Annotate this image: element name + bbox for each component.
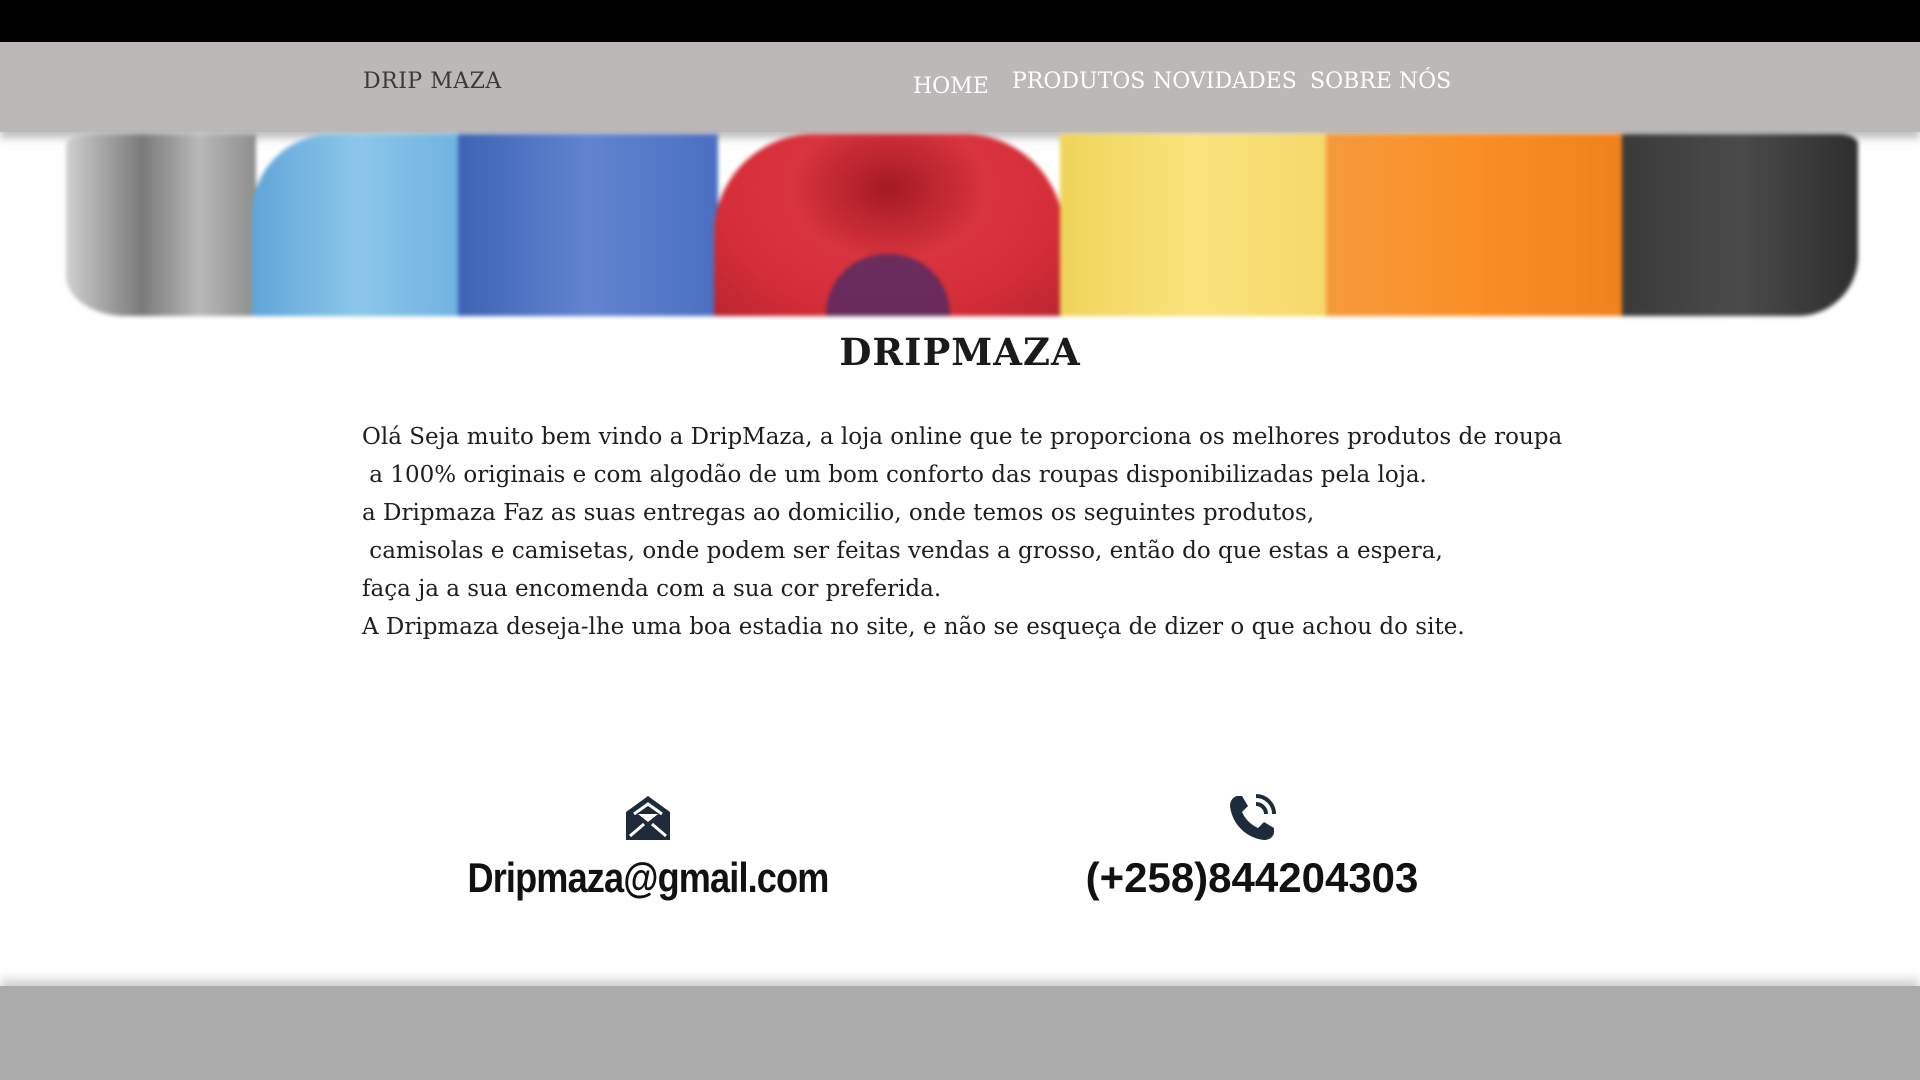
page-title: DRIPMAZA xyxy=(839,330,1081,374)
intro-line: Olá Seja muito bem vindo a DripMaza, a l… xyxy=(362,424,1563,450)
banner-orange-hoodie xyxy=(1326,134,1626,316)
banner-yellow-hoodie xyxy=(1060,134,1330,316)
intro-line: A Dripmaza deseja-lhe uma boa estadia no… xyxy=(362,614,1465,640)
nav-home-link[interactable]: HOME xyxy=(913,74,989,99)
intro-line: a 100% originais e com algodão de um bom… xyxy=(362,462,1427,488)
banner-lightblue-hoodie xyxy=(252,134,462,316)
contact-email: Dripmaza@gmail.com xyxy=(408,792,888,902)
intro-paragraph: Olá Seja muito bem vindo a DripMaza, a l… xyxy=(362,418,1662,646)
intro-line: faça ja a sua encomenda com a sua cor pr… xyxy=(362,576,942,602)
nav-sobre-nos-link[interactable]: SOBRE NÓS xyxy=(1310,69,1451,94)
phone-call-icon xyxy=(1230,794,1276,840)
banner-gray-hoodie xyxy=(66,134,256,316)
intro-line: a Dripmaza Faz as suas entregas ao domic… xyxy=(362,500,1315,526)
hero-banner-image xyxy=(66,134,1858,316)
envelope-open-icon xyxy=(626,796,670,840)
navbar: DRIP MAZA HOME PRODUTOS NOVIDADES SOBRE … xyxy=(0,42,1920,132)
banner-black-hoodie xyxy=(1622,134,1858,316)
intro-line: camisolas e camisetas, onde podem ser fe… xyxy=(362,538,1443,564)
brand-logo-text[interactable]: DRIP MAZA xyxy=(363,69,502,94)
top-black-bar xyxy=(0,0,1920,42)
banner-blue-hoodie xyxy=(458,134,718,316)
contact-email-text[interactable]: Dripmaza@gmail.com xyxy=(442,854,855,902)
nav-produtos-link[interactable]: PRODUTOS xyxy=(1012,69,1145,94)
contact-phone: (+258)844204303 xyxy=(1012,792,1492,902)
nav-novidades-link[interactable]: NOVIDADES xyxy=(1153,69,1297,94)
footer xyxy=(0,986,1920,1080)
contact-phone-text[interactable]: (+258)844204303 xyxy=(1012,854,1492,902)
